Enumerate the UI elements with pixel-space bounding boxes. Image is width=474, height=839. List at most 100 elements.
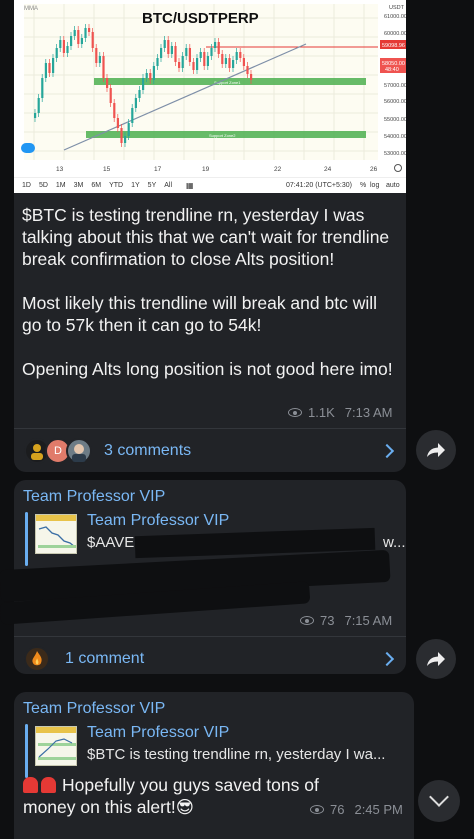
candle-body [73,30,76,36]
candle-body [214,42,217,48]
candle-body [242,58,245,66]
sender-name: Team Professor VIP [23,488,166,505]
post-text-body: Hopefully you guys saved tons of money o… [23,775,319,817]
support-zone-2-label: Support Zone2 [209,133,236,138]
percent-toggle: % [360,182,367,189]
views-icon [300,616,314,625]
candle-body [70,36,73,46]
reply-preview[interactable]: Team Professor VIP $BTC is testing trend… [23,724,403,778]
candle-body [192,62,195,70]
chart-clock: 07:41:20 (UTC+5:30) [286,182,352,189]
candle-body [124,136,127,143]
candle-body [134,98,137,108]
divider [14,428,406,429]
chevron-right-icon [379,651,395,667]
timeframe-6m: 6M [91,182,102,189]
candle-body [206,56,209,66]
candle-body [210,48,213,56]
candle-body [95,48,98,63]
timeframe-1m: 1M [55,182,66,189]
auto-toggle: auto [386,182,400,189]
candle-body [188,48,191,62]
chart-toolbar: 1D 5D 1M 3M 6M YTD 1Y 5Y All ▦ 07:41:20 (UTC+5:3… [14,177,406,193]
post-text: Hopefully you guys saved tons of money o… [23,774,353,818]
chart-image[interactable]: USDT 61000.00 60000.00 59098.96 58050.00 48:4… [14,0,406,193]
reply-thumbnail [35,514,77,554]
price-tick-label: 53000.00 [384,151,406,157]
candle-body [170,46,173,54]
candle-body [232,60,235,68]
post-meta: 1.1K 7:13 AM [288,405,392,420]
date-tick-label: 24 [324,166,332,173]
candle-body [246,66,249,74]
timeframe-5y: 5Y [147,182,157,189]
candle-body [84,28,87,38]
chevron-right-icon [379,443,395,459]
share-arrow-icon [427,443,445,457]
candle-body [116,118,119,128]
candle-body [62,40,65,53]
reply-sender: Team Professor VIP [87,512,230,529]
price-tag: 59098.96 [382,43,405,49]
candle-body [174,46,177,62]
timeframe-all: All [164,182,173,189]
candle-body [142,78,145,90]
candle-body [127,123,130,136]
view-count: 1.1K [308,405,335,420]
post-meta: 76 2:45 PM [310,802,403,817]
candle-body [44,63,47,78]
reply-thumbnail [35,726,77,766]
candle-body [221,54,224,64]
candle-body [113,103,116,118]
date-tick-label: 26 [370,166,378,173]
candle-body [152,66,155,80]
share-button[interactable] [416,430,456,470]
siren-icon [23,777,38,793]
sender-name: Team Professor VIP [23,700,166,717]
candle-body [138,90,141,98]
channel-post: USDT 61000.00 60000.00 59098.96 58050.00 48:4… [14,0,406,472]
price-tick-label: 60000.00 [384,31,406,37]
candle-body [160,48,163,58]
timeframe-1y: 1Y [131,182,140,189]
calendar-icon: ▦ [186,181,194,190]
share-button[interactable] [416,639,456,679]
candle-body [203,52,206,66]
comments-button[interactable]: 1 comment [14,641,406,677]
candle-body [41,78,44,98]
share-arrow-icon [427,652,445,666]
post-time: 7:13 AM [344,405,393,420]
chart-title: BTC/USDTPERP [142,10,259,27]
candle-body [235,52,238,60]
candle-body [77,30,80,44]
candle-body [145,73,148,78]
date-tick-label: 15 [103,166,111,173]
candle-body [196,58,199,70]
date-tick-label: 13 [56,166,64,173]
candle-body [149,73,152,80]
price-tick-label: 61000.00 [384,14,406,20]
price-tick-label: 55000.00 [384,117,406,123]
date-tick-label: 22 [274,166,282,173]
candle-body [98,56,101,63]
candle-body [181,56,184,68]
views-icon [288,408,302,417]
countdown-label: 48:40 [385,67,399,73]
candle-body [185,48,188,56]
comments-button[interactable]: D 3 comments [14,433,406,469]
candle-body [66,46,69,53]
candle-body [163,40,166,48]
post-text: $BTC is testing trendline rn, yesterday … [22,205,393,379]
price-tick-label: 54000.00 [384,134,406,140]
candle-body [217,42,220,54]
view-count: 76 [330,802,345,817]
candle-body [37,98,40,113]
candle-body [80,38,83,44]
scroll-down-button[interactable] [418,780,460,822]
sunglasses-emoji: 😎 [175,797,194,817]
candle-body [250,74,253,80]
candle-body [48,63,51,73]
candle-body [120,128,123,143]
candle-body [199,52,202,58]
reply-bar [25,724,28,778]
